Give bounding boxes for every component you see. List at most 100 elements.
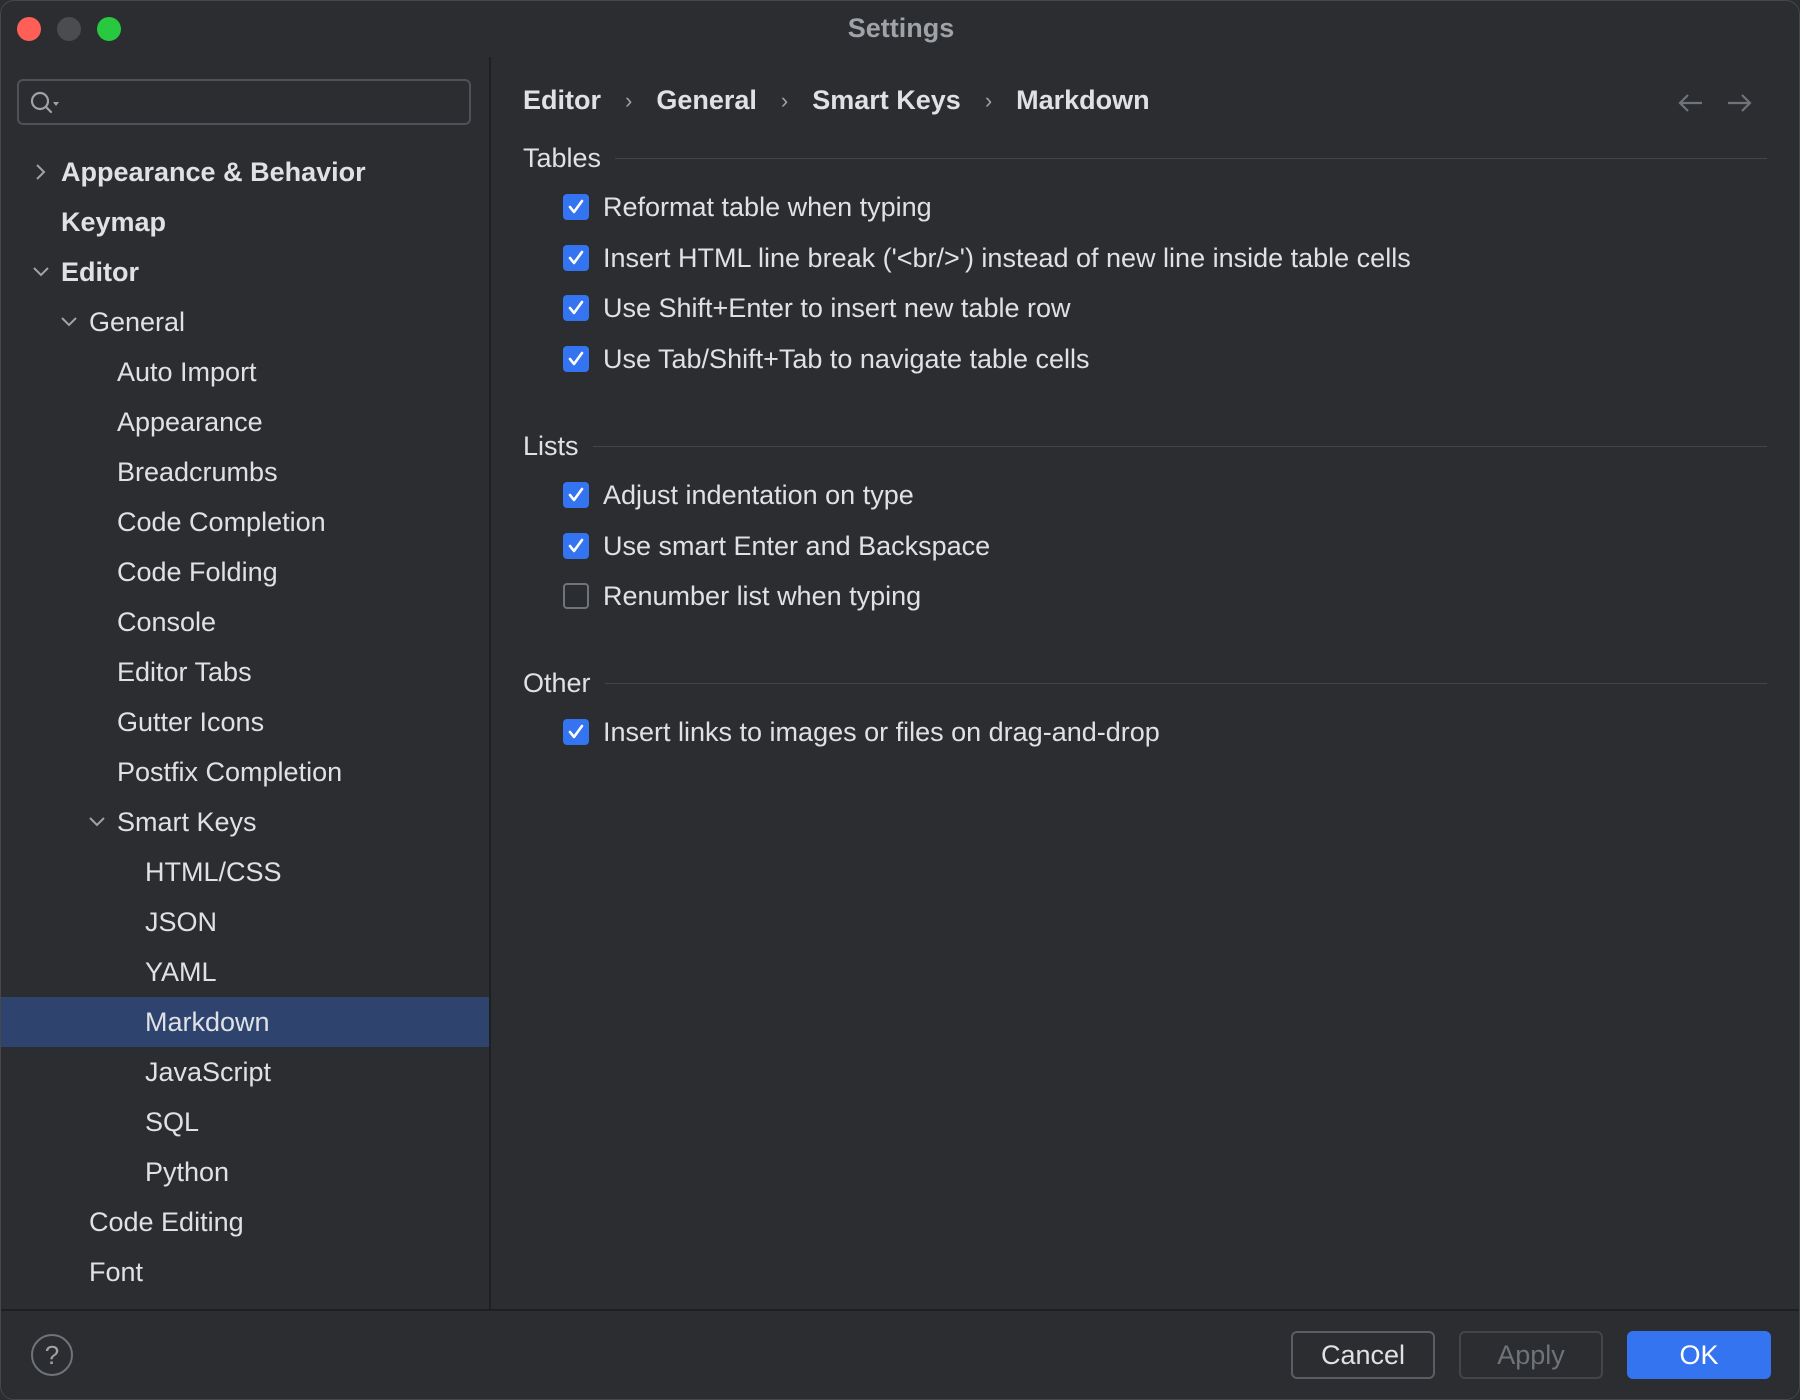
settings-content: Editor›General›Smart Keys›Markdown Table… [491, 57, 1800, 1309]
section-other: Other [523, 668, 1767, 699]
sidebar-item-label: Python [145, 1147, 229, 1197]
sidebar-item-label: HTML/CSS [145, 847, 282, 897]
sidebar-item-code-editing[interactable]: Code Editing [1, 1197, 489, 1247]
section-divider [593, 446, 1767, 447]
sidebar-item-label: Postfix Completion [117, 747, 342, 797]
section-tables: Tables [523, 143, 1767, 174]
sidebar-item-html-css[interactable]: HTML/CSS [1, 847, 489, 897]
section-lists: Lists [523, 431, 1767, 462]
sidebar-item-label: Code Completion [117, 497, 326, 547]
sidebar-item-json[interactable]: JSON [1, 897, 489, 947]
checkbox[interactable] [563, 533, 589, 559]
sidebar-item-postfix-completion[interactable]: Postfix Completion [1, 747, 489, 797]
checkmark-icon [566, 722, 586, 742]
cancel-button[interactable]: Cancel [1291, 1331, 1435, 1379]
forward-arrow-icon[interactable] [1725, 91, 1753, 115]
chevron-down-icon[interactable] [57, 310, 81, 334]
option-row[interactable]: Renumber list when typing [563, 576, 921, 616]
sidebar-item-label: Markdown [145, 997, 270, 1047]
dialog-footer: ? Cancel Apply OK [1, 1309, 1800, 1400]
checkmark-icon [566, 197, 586, 217]
title-bar: Settings [1, 1, 1800, 57]
sidebar-item-sql[interactable]: SQL [1, 1097, 489, 1147]
sidebar-item-general[interactable]: General [1, 297, 489, 347]
breadcrumb-separator-icon: › [781, 88, 788, 114]
sidebar-item-label: Editor [61, 247, 139, 297]
sidebar-item-javascript[interactable]: JavaScript [1, 1047, 489, 1097]
apply-button[interactable]: Apply [1459, 1331, 1603, 1379]
breadcrumb-item[interactable]: Editor [523, 85, 601, 116]
checkmark-icon [566, 536, 586, 556]
sidebar-item-label: Auto Import [117, 347, 257, 397]
sidebar-item-appearance[interactable]: Appearance [1, 397, 489, 447]
option-row[interactable]: Reformat table when typing [563, 187, 932, 227]
checkmark-icon [566, 485, 586, 505]
sidebar-item-label: SQL [145, 1097, 199, 1147]
settings-sidebar: Appearance & BehaviorKeymapEditorGeneral… [1, 57, 491, 1309]
help-button[interactable]: ? [31, 1334, 73, 1376]
sidebar-item-breadcrumbs[interactable]: Breadcrumbs [1, 447, 489, 497]
checkbox[interactable] [563, 245, 589, 271]
sidebar-item-label: Keymap [61, 197, 166, 247]
back-arrow-icon[interactable] [1677, 91, 1705, 115]
sidebar-item-label: JavaScript [145, 1047, 271, 1097]
chevron-right-icon[interactable] [29, 160, 53, 184]
sidebar-item-editor[interactable]: Editor [1, 247, 489, 297]
option-row[interactable]: Use Tab/Shift+Tab to navigate table cell… [563, 339, 1090, 379]
sidebar-item-appearance-behavior[interactable]: Appearance & Behavior [1, 147, 489, 197]
sidebar-item-label: Code Editing [89, 1197, 244, 1247]
settings-window: Settings Appearance & BehaviorKeymapEdit… [0, 0, 1800, 1400]
chevron-down-icon[interactable] [85, 810, 109, 834]
checkbox[interactable] [563, 583, 589, 609]
chevron-down-icon[interactable] [29, 260, 53, 284]
ok-button[interactable]: OK [1627, 1331, 1771, 1379]
section-divider [605, 683, 1767, 684]
checkmark-icon [566, 298, 586, 318]
sidebar-item-console[interactable]: Console [1, 597, 489, 647]
search-input[interactable] [17, 79, 471, 125]
option-row[interactable]: Insert HTML line break ('<br/>') instead… [563, 238, 1411, 278]
sidebar-item-label: Appearance [117, 397, 263, 447]
option-row[interactable]: Use smart Enter and Backspace [563, 526, 990, 566]
section-title: Tables [523, 143, 601, 174]
option-label: Use Tab/Shift+Tab to navigate table cell… [603, 344, 1090, 375]
sidebar-item-editor-tabs[interactable]: Editor Tabs [1, 647, 489, 697]
sidebar-item-gutter-icons[interactable]: Gutter Icons [1, 697, 489, 747]
sidebar-item-label: Smart Keys [117, 797, 257, 847]
breadcrumb-item[interactable]: General [656, 85, 757, 116]
checkmark-icon [566, 248, 586, 268]
sidebar-item-auto-import[interactable]: Auto Import [1, 347, 489, 397]
section-title: Lists [523, 431, 579, 462]
sidebar-item-code-completion[interactable]: Code Completion [1, 497, 489, 547]
checkbox[interactable] [563, 482, 589, 508]
sidebar-item-code-folding[interactable]: Code Folding [1, 547, 489, 597]
sidebar-item-font[interactable]: Font [1, 1247, 489, 1297]
settings-tree: Appearance & BehaviorKeymapEditorGeneral… [1, 147, 489, 1297]
sidebar-item-label: Appearance & Behavior [61, 147, 366, 197]
search-icon [29, 90, 63, 116]
sidebar-item-keymap[interactable]: Keymap [1, 197, 489, 247]
option-label: Use smart Enter and Backspace [603, 531, 990, 562]
option-row[interactable]: Insert links to images or files on drag-… [563, 712, 1160, 752]
sidebar-item-label: Code Folding [117, 547, 278, 597]
sidebar-item-yaml[interactable]: YAML [1, 947, 489, 997]
checkbox[interactable] [563, 346, 589, 372]
checkbox[interactable] [563, 194, 589, 220]
navigation-arrows [1677, 91, 1753, 115]
breadcrumb-item[interactable]: Smart Keys [812, 85, 961, 116]
option-label: Insert HTML line break ('<br/>') instead… [603, 243, 1411, 274]
window-title: Settings [1, 13, 1800, 44]
breadcrumb-item[interactable]: Markdown [1016, 85, 1150, 116]
checkbox[interactable] [563, 719, 589, 745]
checkbox[interactable] [563, 295, 589, 321]
section-divider [615, 158, 1767, 159]
sidebar-item-label: General [89, 297, 185, 347]
sidebar-item-label: YAML [145, 947, 217, 997]
option-row[interactable]: Use Shift+Enter to insert new table row [563, 288, 1070, 328]
option-label: Reformat table when typing [603, 192, 932, 223]
option-row[interactable]: Adjust indentation on type [563, 475, 914, 515]
sidebar-item-python[interactable]: Python [1, 1147, 489, 1197]
option-label: Adjust indentation on type [603, 480, 914, 511]
sidebar-item-markdown[interactable]: Markdown [1, 997, 489, 1047]
sidebar-item-smart-keys[interactable]: Smart Keys [1, 797, 489, 847]
